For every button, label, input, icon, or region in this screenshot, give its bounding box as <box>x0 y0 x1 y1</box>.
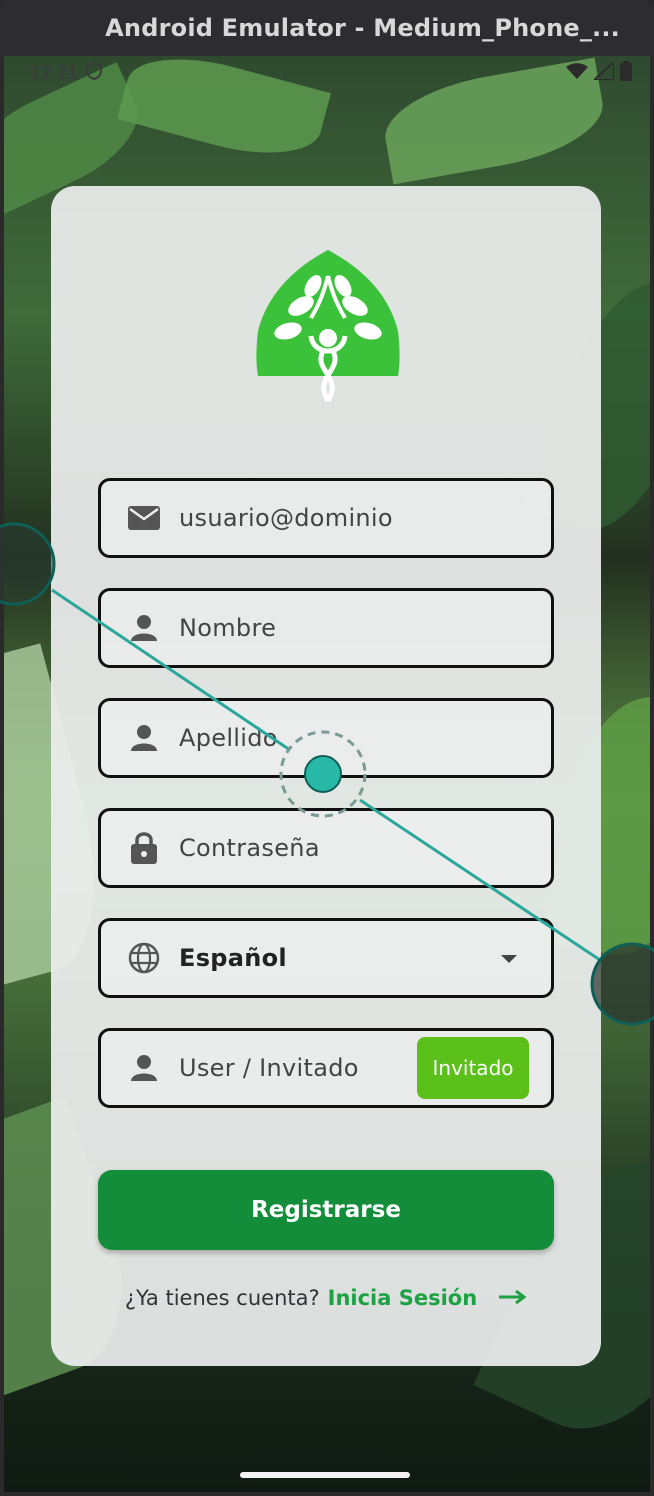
lock-icon <box>127 831 161 865</box>
language-dropdown[interactable]: Español <box>98 918 554 998</box>
user-type-field[interactable]: User / Invitado Invitado <box>98 1028 554 1108</box>
signal-icon <box>591 59 615 86</box>
first-name-field[interactable]: Nombre <box>98 588 554 668</box>
password-input[interactable]: Contraseña <box>179 834 320 862</box>
user-type-value: User / Invitado <box>179 1054 359 1082</box>
password-field[interactable]: Contraseña <box>98 808 554 888</box>
login-link[interactable]: Inicia Sesión <box>328 1286 478 1310</box>
person-icon <box>127 611 161 645</box>
first-name-input[interactable]: Nombre <box>179 614 276 642</box>
register-button[interactable]: Registrarse <box>98 1170 554 1250</box>
status-bar: 12:21 <box>4 56 650 92</box>
caret-down-icon[interactable] <box>501 955 517 963</box>
register-card: usuario@dominio Nombre Apellido Contrase… <box>51 186 601 1366</box>
guest-button[interactable]: Invitado <box>417 1037 529 1099</box>
language-selected-value: Español <box>179 944 287 972</box>
phone-screen: 12:21 usuario@dominio Nombre Apellido Co… <box>4 56 650 1492</box>
globe-icon <box>127 941 161 975</box>
person-icon <box>127 721 161 755</box>
last-name-field[interactable]: Apellido <box>98 698 554 778</box>
email-field[interactable]: usuario@dominio <box>98 478 554 558</box>
wifi-icon <box>566 63 588 85</box>
shield-icon <box>85 61 102 86</box>
person-icon <box>127 1051 161 1085</box>
app-logo <box>253 246 403 406</box>
login-prompt: ¿Ya tienes cuenta? Inicia Sesión <box>51 1286 601 1310</box>
home-indicator[interactable] <box>240 1472 410 1478</box>
battery-icon <box>620 61 632 87</box>
login-question: ¿Ya tienes cuenta? <box>124 1286 320 1310</box>
window-titlebar: Android Emulator - Medium_Phone_... <box>0 0 654 56</box>
arrow-right-icon[interactable] <box>499 1286 527 1310</box>
mail-icon <box>127 501 161 535</box>
email-input[interactable]: usuario@dominio <box>179 504 393 532</box>
window-title: Android Emulator - Medium_Phone_... <box>105 14 620 42</box>
last-name-input[interactable]: Apellido <box>179 724 278 752</box>
status-time: 12:21 <box>30 63 78 84</box>
